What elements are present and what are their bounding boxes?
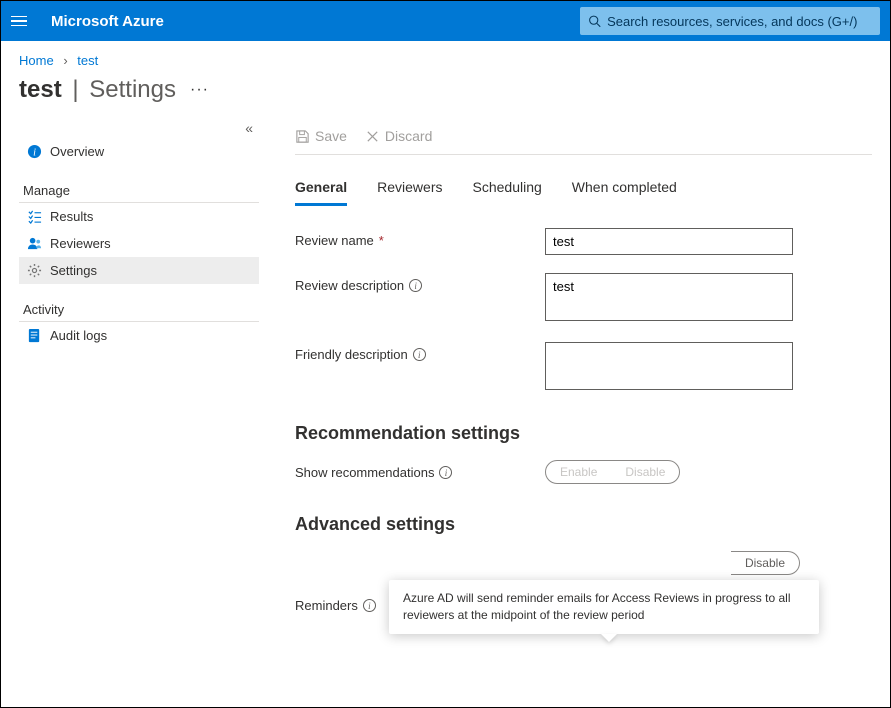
info-icon[interactable]: i	[413, 348, 426, 361]
friendly-desc-label: Friendly description i	[295, 342, 545, 362]
review-name-input[interactable]	[545, 228, 793, 255]
tabs: General Reviewers Scheduling When comple…	[295, 175, 872, 206]
toolbar: Save Discard	[295, 120, 872, 154]
info-icon[interactable]: i	[409, 279, 422, 292]
content-area: Save Discard General Reviewers Schedulin…	[259, 120, 872, 706]
sidebar-label-settings: Settings	[50, 263, 97, 278]
review-desc-input[interactable]: test	[545, 273, 793, 321]
sidebar-item-overview[interactable]: i Overview	[19, 138, 259, 165]
svg-text:i: i	[33, 147, 36, 158]
save-icon	[295, 129, 310, 144]
adv-settings-heading: Advanced settings	[295, 514, 872, 535]
top-bar: Microsoft Azure	[1, 1, 890, 41]
sidebar-item-audit-logs[interactable]: Audit logs	[19, 322, 259, 349]
search-input[interactable]	[607, 14, 872, 29]
list-check-icon	[27, 209, 42, 224]
breadcrumb-home[interactable]: Home	[19, 53, 54, 68]
rec-settings-heading: Recommendation settings	[295, 423, 872, 444]
breadcrumb-current[interactable]: test	[77, 53, 98, 68]
friendly-desc-input[interactable]	[545, 342, 793, 390]
review-desc-label: Review description i	[295, 273, 545, 293]
save-button[interactable]: Save	[295, 128, 347, 144]
title-section: Settings	[89, 76, 176, 103]
info-icon[interactable]: i	[439, 466, 452, 479]
toggle-disable: Disable	[611, 461, 679, 483]
chevron-right-icon: ›	[63, 53, 67, 68]
tab-scheduling[interactable]: Scheduling	[473, 175, 542, 206]
toggle-disable[interactable]: Disable	[731, 552, 799, 574]
discard-label: Discard	[385, 128, 432, 144]
sidebar: « i Overview Manage Results Reviewers Se…	[19, 120, 259, 706]
save-label: Save	[315, 128, 347, 144]
info-icon: i	[27, 144, 42, 159]
sidebar-label-results: Results	[50, 209, 93, 224]
sidebar-label-audit: Audit logs	[50, 328, 107, 343]
sidebar-section-manage: Manage	[19, 175, 259, 203]
toggle-enable: Enable	[546, 461, 611, 483]
show-rec-label: Show recommendations i	[295, 460, 545, 480]
show-rec-toggle: Enable Disable	[545, 460, 680, 484]
sidebar-item-reviewers[interactable]: Reviewers	[19, 230, 259, 257]
sidebar-label-overview: Overview	[50, 144, 104, 159]
collapse-sidebar-icon[interactable]: «	[245, 120, 253, 136]
search-icon	[588, 14, 601, 28]
log-icon	[27, 328, 42, 343]
tab-general[interactable]: General	[295, 175, 347, 206]
discard-button[interactable]: Discard	[365, 128, 432, 144]
page-title: test | Settings ···	[1, 76, 890, 120]
close-icon	[365, 129, 380, 144]
info-icon[interactable]: i	[363, 599, 376, 612]
tab-when-completed[interactable]: When completed	[572, 175, 677, 206]
menu-icon[interactable]	[11, 11, 31, 31]
more-icon[interactable]: ···	[190, 81, 209, 99]
breadcrumb: Home › test	[1, 41, 890, 76]
hidden-row-toggle-partial[interactable]: Disable	[731, 551, 800, 575]
reminders-tooltip: Azure AD will send reminder emails for A…	[389, 580, 819, 634]
tab-reviewers[interactable]: Reviewers	[377, 175, 442, 206]
title-resource: test	[19, 76, 62, 103]
tooltip-text: Azure AD will send reminder emails for A…	[403, 591, 790, 622]
sidebar-section-activity: Activity	[19, 294, 259, 322]
brand-label: Microsoft Azure	[51, 13, 164, 30]
gear-icon	[27, 263, 42, 278]
sidebar-item-results[interactable]: Results	[19, 203, 259, 230]
sidebar-item-settings[interactable]: Settings	[19, 257, 259, 284]
global-search[interactable]	[580, 7, 880, 35]
sidebar-label-reviewers: Reviewers	[50, 236, 111, 251]
users-icon	[27, 236, 42, 251]
review-name-label: Review name*	[295, 228, 545, 248]
